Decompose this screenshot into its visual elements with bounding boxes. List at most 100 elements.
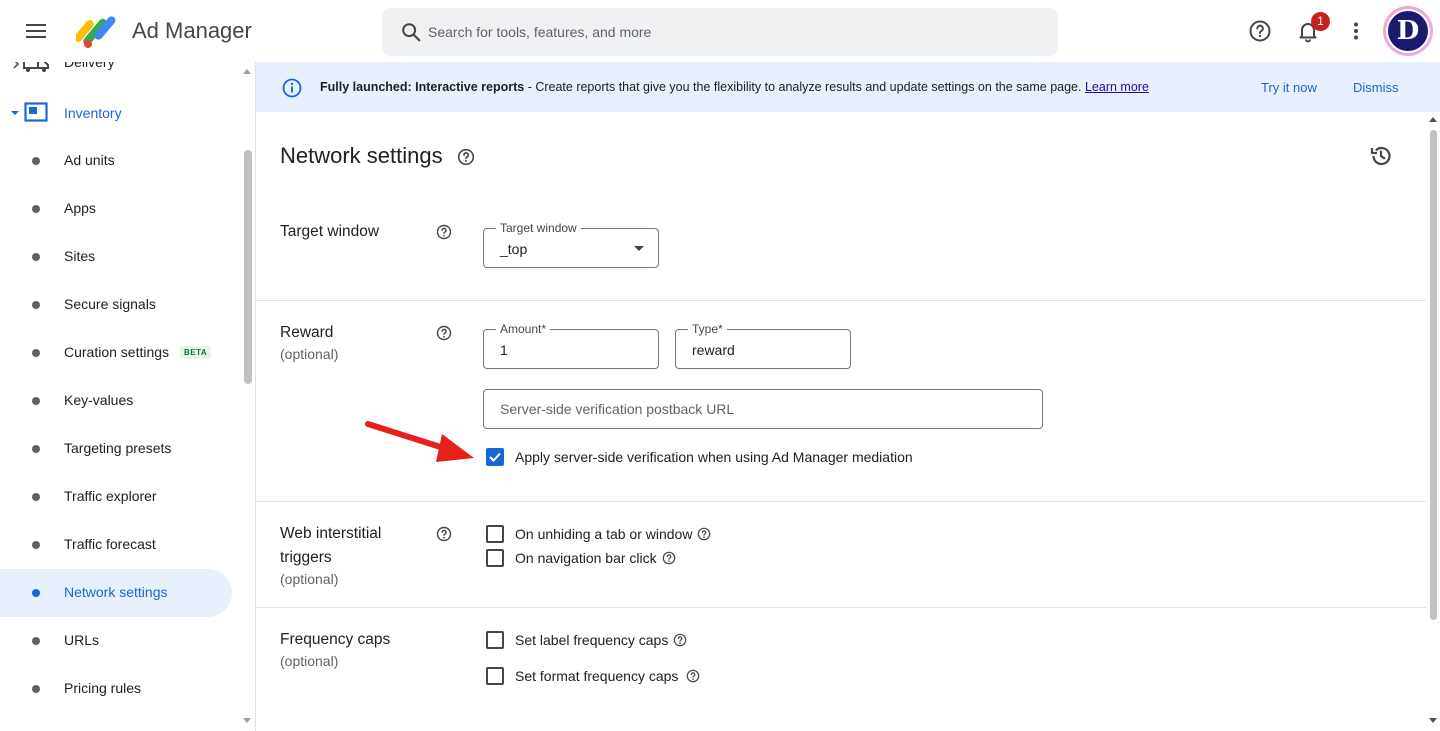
page-title: Network settings [280, 143, 443, 168]
sidebar-item-urls[interactable]: URLs [0, 617, 232, 665]
history-icon[interactable] [1369, 144, 1393, 168]
sidebar-item-label: Key-values [64, 392, 134, 408]
sidebar-item-label: Delivery [64, 62, 115, 70]
sidebar-item-delivery[interactable]: Delivery [0, 62, 232, 76]
sidebar-item-label: Sites [64, 248, 96, 264]
sidebar-section-inventory[interactable]: Inventory [0, 89, 232, 137]
divider [256, 607, 1426, 608]
field-legend: Amount* [496, 322, 551, 336]
divider [256, 501, 1426, 502]
ssv-label: Apply server-side verification when usin… [515, 449, 913, 465]
app-title: Ad Manager [132, 18, 252, 43]
reward-label: Reward [280, 324, 334, 341]
learn-more-link[interactable]: Learn more [1085, 80, 1149, 94]
sidebar-item-label: Apps [64, 200, 96, 216]
info-banner: Fully launched: Interactive reports - Cr… [256, 62, 1440, 112]
banner-bold-text: Fully launched: Interactive reports [320, 80, 525, 94]
bullet [32, 445, 40, 453]
help-icon[interactable] [436, 224, 452, 240]
notification-badge: 1 [1311, 12, 1330, 31]
help-icon[interactable] [457, 148, 475, 166]
field-legend: Target window [496, 221, 581, 235]
bullet [32, 205, 40, 213]
web-interstitial-label-2: triggers [280, 549, 332, 566]
bullet [32, 637, 40, 645]
dismiss-button[interactable]: Dismiss [1353, 80, 1399, 95]
sidebar-item-label: Targeting presets [64, 440, 172, 456]
search-input[interactable] [428, 8, 1028, 56]
web-interstitial-label: Web interstitial [280, 525, 382, 542]
unhiding-tab-label: On unhiding a tab or window [515, 526, 693, 542]
ssv-checkbox[interactable] [486, 448, 504, 466]
sidebar-item-sites[interactable]: Sites [0, 233, 232, 281]
format-frequency-caps-checkbox[interactable] [486, 667, 504, 685]
bullet [32, 157, 40, 165]
sidebar-item-label: Secure signals [64, 296, 156, 312]
scroll-up-icon[interactable] [1429, 116, 1437, 122]
scroll-down-icon[interactable] [243, 718, 251, 724]
sidebar-item-secure-signals[interactable]: Secure signals [0, 281, 232, 329]
frequency-caps-label: Frequency caps [280, 631, 391, 648]
avatar-letter: D [1386, 9, 1430, 53]
search-bar[interactable] [382, 8, 1058, 56]
help-icon[interactable] [662, 551, 676, 565]
label-frequency-caps-checkbox[interactable] [486, 631, 504, 649]
unhiding-tab-checkbox[interactable] [486, 525, 504, 543]
help-icon[interactable] [673, 633, 687, 647]
sidebar-item-key-values[interactable]: Key-values [0, 377, 232, 425]
label-frequency-caps-label: Set label frequency caps [515, 632, 669, 648]
account-avatar[interactable]: D [1383, 6, 1433, 56]
sidebar-item-traffic-forecast[interactable]: Traffic forecast [0, 521, 232, 569]
scroll-up-icon[interactable] [243, 68, 251, 74]
amount-value: 1 [500, 342, 508, 358]
banner-message: Fully launched: Interactive reports - Cr… [320, 80, 1149, 94]
sidebar-item-apps[interactable]: Apps [0, 185, 232, 233]
postback-url-input[interactable] [484, 390, 1042, 428]
main-scroll-thumb[interactable] [1430, 130, 1437, 620]
amount-field[interactable]: Amount* 1 [483, 322, 659, 369]
help-icon[interactable] [697, 527, 711, 541]
scroll-down-icon[interactable] [1429, 718, 1437, 724]
sidebar-item-curation-settings[interactable]: Curation settings BETA [0, 329, 232, 377]
nav-bar-click-checkbox[interactable] [486, 549, 504, 567]
postback-url-field[interactable] [483, 389, 1043, 429]
help-icon[interactable] [436, 526, 452, 542]
try-it-now-button[interactable]: Try it now [1261, 80, 1317, 95]
sidebar-scroll-thumb[interactable] [244, 150, 252, 384]
search-icon [402, 23, 421, 42]
sidebar-item-label: URLs [64, 632, 100, 648]
target-window-select[interactable]: Target window _top [483, 221, 659, 268]
sidebar-item-pricing-rules[interactable]: Pricing rules [0, 665, 232, 713]
info-icon [282, 78, 302, 98]
target-window-label: Target window [280, 223, 380, 240]
sidebar-item-ad-units[interactable]: Ad units [0, 137, 232, 185]
sidebar-item-traffic-explorer[interactable]: Traffic explorer [0, 473, 232, 521]
bullet [32, 493, 40, 501]
caret-down-icon [11, 111, 19, 115]
bullet [32, 685, 40, 693]
bullet [32, 541, 40, 549]
sidebar-item-label: Pricing rules [64, 680, 142, 696]
sidebar-item-label: Ad units [64, 152, 115, 168]
top-bar: Ad Manager 1 D [0, 0, 1440, 62]
bullet [32, 397, 40, 405]
frequency-caps-optional: (optional) [280, 653, 339, 669]
help-icon[interactable] [1248, 19, 1272, 43]
sidebar: Delivery Inventory Ad units Apps Sites S… [0, 62, 256, 731]
help-icon[interactable] [436, 325, 452, 341]
help-icon[interactable] [686, 669, 700, 683]
checkmark-icon [489, 452, 501, 462]
main-content: Network settings Target window Target wi… [256, 112, 1426, 731]
main-menu-icon[interactable] [24, 20, 48, 42]
field-legend: Type* [688, 322, 727, 336]
type-value: reward [692, 342, 735, 358]
nav-bar-click-label: On navigation bar click [515, 550, 657, 566]
sidebar-item-targeting-presets[interactable]: Targeting presets [0, 425, 232, 473]
bullet [32, 301, 40, 309]
sidebar-section-label: Inventory [64, 105, 122, 121]
bullet [32, 349, 40, 357]
sidebar-item-network-settings[interactable]: Network settings [0, 569, 232, 617]
type-field[interactable]: Type* reward [675, 322, 851, 369]
more-vert-icon[interactable] [1344, 19, 1368, 43]
bullet [32, 253, 40, 261]
